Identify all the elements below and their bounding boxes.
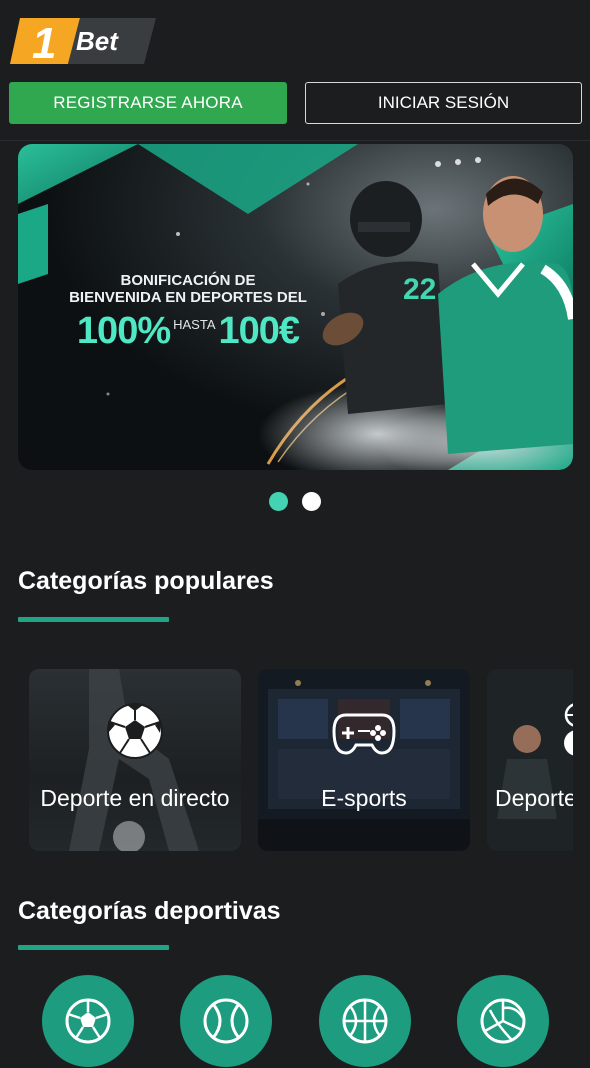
sport-title-underline: [18, 945, 169, 950]
category-label: Deportes: [495, 785, 573, 811]
sport-categories-title: Categorías deportivas: [18, 897, 281, 925]
logo-number: 1: [32, 19, 56, 64]
login-button[interactable]: INICIAR SESIÓN: [305, 82, 582, 124]
category-card-esports[interactable]: E-sports: [258, 669, 470, 851]
popular-categories-title: Categorías populares: [18, 567, 274, 595]
banner-hasta: HASTA: [173, 317, 216, 332]
category-label: Deporte en directo: [40, 785, 230, 811]
popular-title-underline: [18, 617, 169, 622]
banner-percent: 100%: [76, 310, 171, 352]
category-card-live-sports[interactable]: Deporte en directo: [29, 669, 241, 851]
jersey-number: 22: [403, 273, 436, 306]
register-button[interactable]: REGISTRARSE AHORA: [9, 82, 287, 124]
banner-promo-text: BONIFICACIÓN DE BIENVENIDA EN DEPORTES D…: [58, 272, 318, 353]
sports-balls-icon: [564, 703, 573, 756]
soccer-ball-icon: [107, 703, 163, 759]
promo-banner[interactable]: 22 BONIFICACIÓN DE BIENVENIDA EN DEPORTE…: [18, 144, 573, 470]
brand-logo[interactable]: 1 Bet: [10, 18, 156, 68]
basketball-icon: [342, 998, 388, 1044]
volleyball-icon: [480, 998, 526, 1044]
gamepad-icon: [332, 713, 396, 755]
banner-line-1: BONIFICACIÓN DE: [120, 272, 256, 289]
category-label: E-sports: [321, 785, 407, 811]
carousel-dots: [0, 492, 590, 511]
sport-tennis-button[interactable]: [180, 975, 272, 1067]
sport-volleyball-button[interactable]: [457, 975, 549, 1067]
tennis-ball-icon: [203, 998, 249, 1044]
popular-categories-carousel[interactable]: Deporte en directo E-sports Deporte: [29, 669, 573, 851]
header: 1 Bet REGISTRARSE AHORA INICIAR SESIÓN: [0, 0, 590, 140]
carousel-dot-2[interactable]: [302, 492, 321, 511]
category-card-sports[interactable]: Deportes: [487, 669, 573, 851]
banner-line-2: BIENVENIDA EN DEPORTES DEL: [69, 289, 307, 306]
logo-text: Bet: [76, 26, 119, 56]
banner-euro-amount: 100€: [218, 310, 301, 352]
sport-football-button[interactable]: [42, 975, 134, 1067]
banner-amount: 100% HASTA 100€: [58, 310, 318, 353]
carousel-dot-1[interactable]: [269, 492, 288, 511]
soccer-ball-icon: [65, 998, 111, 1044]
header-divider: [0, 140, 590, 141]
sport-categories-list: [0, 975, 590, 1068]
sport-basketball-button[interactable]: [319, 975, 411, 1067]
esports-background: [258, 669, 470, 851]
